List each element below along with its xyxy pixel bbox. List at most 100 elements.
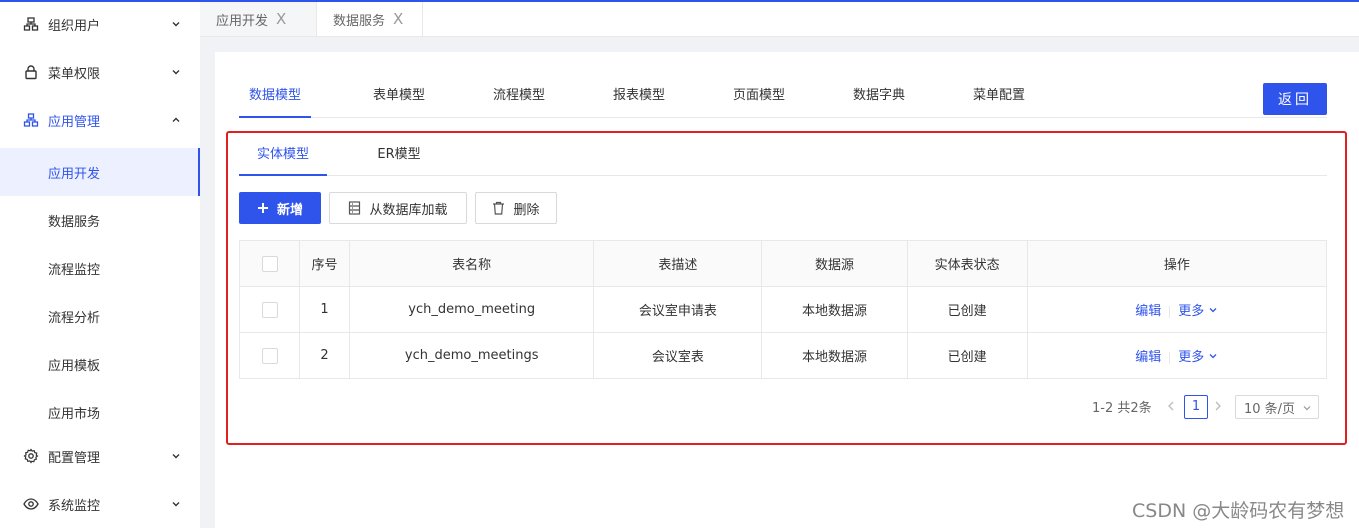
add-button-label: 新增 xyxy=(276,202,303,218)
cell-status: 已创建 xyxy=(906,332,1028,379)
cell-table-name: ych_demo_meeting xyxy=(349,286,595,333)
delete-button-label: 删除 xyxy=(513,202,540,218)
edit-link[interactable]: 编辑 xyxy=(1135,350,1161,365)
model-tabs: 数据模型 表单模型 流程模型 报表模型 页面模型 数据字典 菜单配置 xyxy=(239,78,1327,118)
back-button[interactable]: 返回 xyxy=(1263,83,1327,115)
row-select-cell xyxy=(238,286,301,333)
cell-index: 2 xyxy=(299,332,351,379)
sidebar-item-label: 组织用户 xyxy=(48,18,101,34)
page-tab-bar: 应用开发 X 数据服务 X xyxy=(200,2,1359,37)
load-from-database-button[interactable]: 从数据库加载 xyxy=(329,192,467,224)
chevron-down-icon xyxy=(1302,402,1312,417)
page-size-select[interactable]: 10 条/页 xyxy=(1235,395,1319,419)
page-tab-data-service[interactable]: 数据服务 X xyxy=(317,2,423,36)
sidebar-item-config-management[interactable]: 配置管理 xyxy=(0,434,200,478)
sidebar-sub-item-flow-monitor[interactable]: 流程监控 xyxy=(0,244,200,292)
column-header: 操作 xyxy=(1026,240,1328,287)
tab-flow-model[interactable]: 流程模型 xyxy=(483,78,555,118)
sidebar: 组织用户 菜单权限 应用管理 应用开发 数据服务 流程监控 流程分析 应用模板 xyxy=(0,2,200,528)
next-page-icon[interactable] xyxy=(1213,395,1229,417)
sidebar-sub-item-label: 应用开发 xyxy=(48,166,101,182)
column-header: 数据源 xyxy=(761,240,908,287)
load-button-label: 从数据库加载 xyxy=(369,202,448,218)
edit-link[interactable]: 编辑 xyxy=(1135,304,1161,319)
delete-button[interactable]: 删除 xyxy=(475,192,557,224)
chevron-down-icon xyxy=(1208,304,1218,319)
cell-status: 已创建 xyxy=(906,286,1028,333)
column-header: 实体表状态 xyxy=(906,240,1028,287)
select-all-cell xyxy=(238,240,301,287)
pagination-total: 1-2 共2条 xyxy=(1092,400,1152,416)
chevron-up-icon xyxy=(170,114,182,126)
sidebar-item-menu-permissions[interactable]: 菜单权限 xyxy=(0,50,200,94)
cell-table-name: ych_demo_meetings xyxy=(349,332,595,379)
cell-actions: 编辑 更多 xyxy=(1026,286,1328,333)
page-tab-app-dev[interactable]: 应用开发 X xyxy=(200,2,317,36)
add-button[interactable]: 新增 xyxy=(239,192,321,224)
sidebar-sub-item-label: 流程分析 xyxy=(48,310,101,326)
cell-index: 1 xyxy=(299,286,351,333)
column-header: 序号 xyxy=(299,240,351,287)
tab-entity-model[interactable]: 实体模型 xyxy=(239,140,327,176)
more-link[interactable]: 更多 xyxy=(1178,304,1204,319)
lock-icon xyxy=(23,64,39,80)
sidebar-item-org-users[interactable]: 组织用户 xyxy=(0,2,200,46)
page-number-current[interactable]: 1 xyxy=(1184,395,1208,419)
table-header-row: 序号 表名称 表描述 数据源 实体表状态 操作 xyxy=(238,240,1328,287)
sidebar-sub-item-flow-analysis[interactable]: 流程分析 xyxy=(0,292,200,340)
row-checkbox[interactable] xyxy=(261,347,278,364)
cell-description: 会议室表 xyxy=(593,332,763,379)
entity-sub-tabs: 实体模型 ER模型 xyxy=(239,140,1327,176)
chevron-down-icon xyxy=(170,498,182,510)
close-icon[interactable]: X xyxy=(393,11,403,27)
sidebar-sub-item-label: 应用模板 xyxy=(48,358,101,374)
chevron-down-icon xyxy=(170,18,182,30)
table-row: 2 ych_demo_meetings 会议室表 本地数据源 已创建 编辑 更多 xyxy=(238,332,1328,379)
column-header: 表名称 xyxy=(349,240,595,287)
chevron-down-icon xyxy=(170,450,182,462)
sidebar-item-label: 配置管理 xyxy=(48,450,101,466)
cell-datasource: 本地数据源 xyxy=(761,332,908,379)
tab-data-dictionary[interactable]: 数据字典 xyxy=(843,78,915,118)
select-all-checkbox[interactable] xyxy=(261,255,278,272)
sidebar-item-label: 系统监控 xyxy=(48,498,101,514)
sidebar-item-system-monitor[interactable]: 系统监控 xyxy=(0,482,200,526)
close-icon[interactable]: X xyxy=(276,11,286,27)
action-divider xyxy=(1169,305,1171,318)
tab-report-model[interactable]: 报表模型 xyxy=(603,78,675,118)
sidebar-sub-item-app-dev[interactable]: 应用开发 xyxy=(0,148,200,196)
database-icon xyxy=(348,201,361,215)
tab-form-model[interactable]: 表单模型 xyxy=(363,78,435,118)
table-row: 1 ych_demo_meeting 会议室申请表 本地数据源 已创建 编辑 更多 xyxy=(238,286,1328,333)
content-card: 数据模型 表单模型 流程模型 报表模型 页面模型 数据字典 菜单配置 返回 实体… xyxy=(215,52,1359,528)
tab-page-model[interactable]: 页面模型 xyxy=(723,78,795,118)
sidebar-sub-item-label: 应用市场 xyxy=(48,406,101,422)
org-icon xyxy=(23,16,39,32)
prev-page-icon[interactable] xyxy=(1166,395,1182,417)
sidebar-item-label: 菜单权限 xyxy=(48,66,101,82)
action-divider xyxy=(1169,351,1171,364)
cell-actions: 编辑 更多 xyxy=(1026,332,1328,379)
sidebar-sub-item-app-template[interactable]: 应用模板 xyxy=(0,340,200,388)
column-header: 表描述 xyxy=(593,240,763,287)
row-select-cell xyxy=(238,332,301,379)
page-tab-label: 应用开发 xyxy=(216,13,269,29)
plus-icon xyxy=(257,202,269,214)
eye-icon xyxy=(23,496,39,512)
row-checkbox[interactable] xyxy=(261,301,278,318)
tab-data-model[interactable]: 数据模型 xyxy=(239,78,311,118)
tab-er-model[interactable]: ER模型 xyxy=(363,140,435,176)
gear-icon xyxy=(23,448,39,464)
watermark: CSDN @大龄码农有梦想 xyxy=(1132,500,1345,522)
sidebar-sub-item-app-market[interactable]: 应用市场 xyxy=(0,388,200,436)
sidebar-sub-item-label: 数据服务 xyxy=(48,214,101,230)
tab-menu-config[interactable]: 菜单配置 xyxy=(963,78,1035,118)
app-tree-icon xyxy=(23,112,39,128)
sidebar-item-app-management[interactable]: 应用管理 xyxy=(0,98,200,142)
sidebar-sub-item-data-service[interactable]: 数据服务 xyxy=(0,196,200,244)
entity-table: 序号 表名称 表描述 数据源 实体表状态 操作 1 ych_demo_meeti… xyxy=(238,240,1328,379)
cell-datasource: 本地数据源 xyxy=(761,286,908,333)
more-link[interactable]: 更多 xyxy=(1178,350,1204,365)
sidebar-sub-item-label: 流程监控 xyxy=(48,262,101,278)
sidebar-item-label: 应用管理 xyxy=(48,114,101,130)
